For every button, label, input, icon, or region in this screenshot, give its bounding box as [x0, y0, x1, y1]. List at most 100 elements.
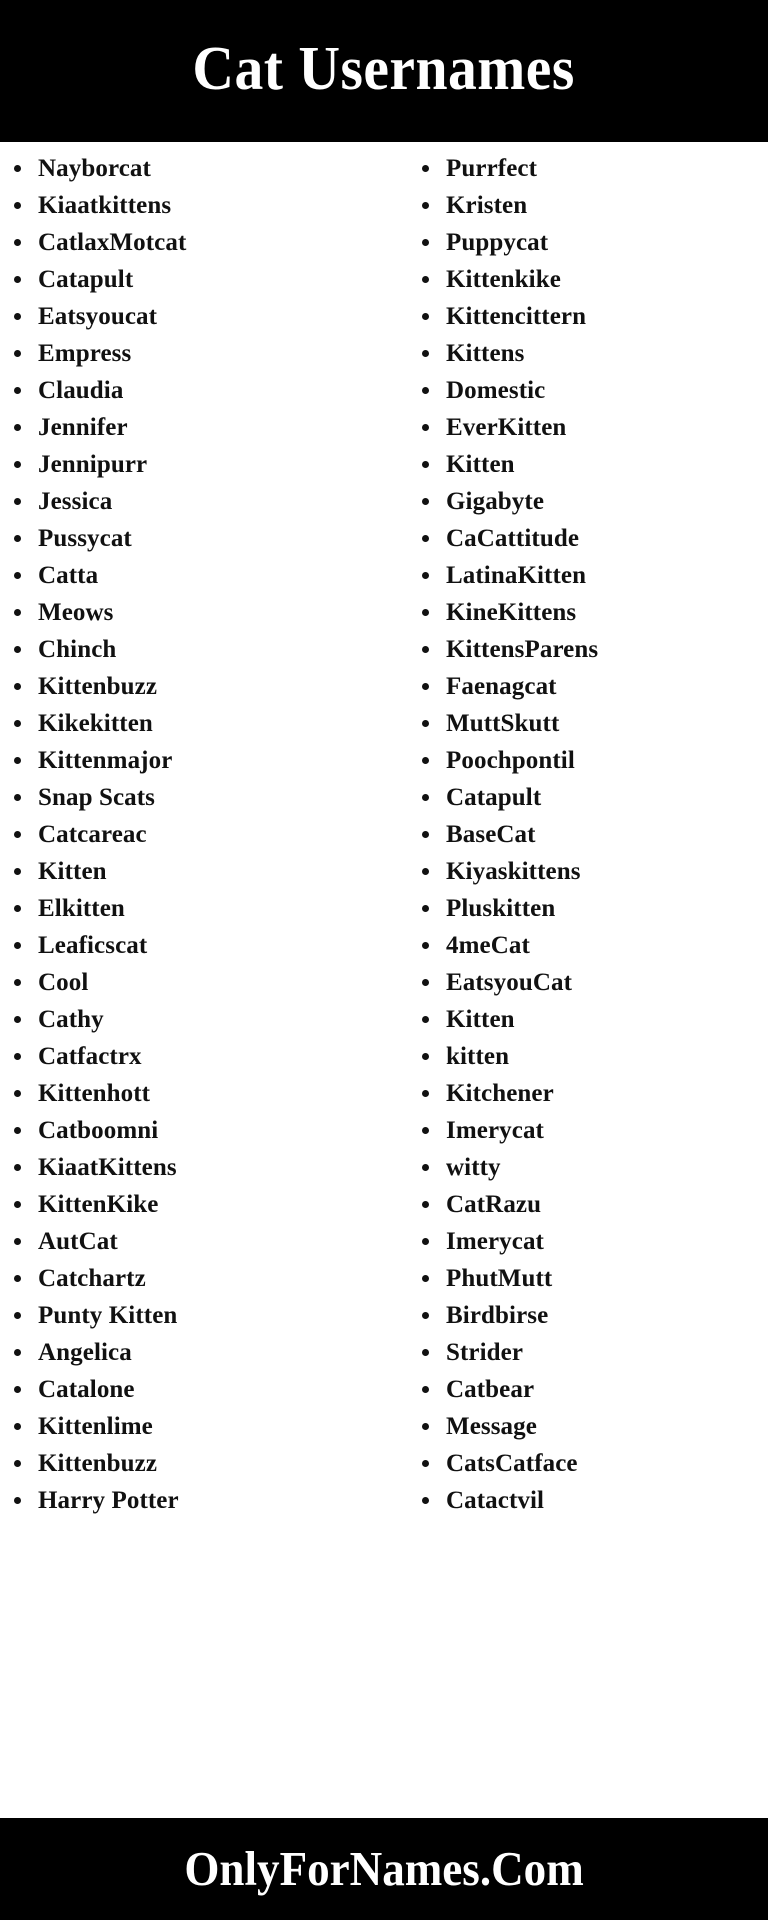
list-item-label: KittensParens [446, 636, 599, 663]
list-item-label: witty [446, 1154, 501, 1181]
list-item-label: MuttSkutt [446, 710, 560, 737]
list-item-label: Catapult [38, 266, 134, 293]
list-item-label: Kikekitten [38, 710, 153, 737]
list-item: Eatsyoucat [6, 298, 366, 335]
list-item: Cathy [6, 1001, 366, 1038]
list-item: Message [414, 1408, 768, 1445]
list-item-label: Elkitten [38, 895, 125, 922]
list-item-label: CatlaxMotcat [38, 229, 187, 256]
bullet-icon [14, 794, 21, 801]
list-item-label: Catactvil [446, 1487, 545, 1514]
bullet-icon [422, 1460, 429, 1467]
list-item-label: Purrfect [446, 155, 538, 182]
bullet-icon [422, 794, 429, 801]
bullet-icon [14, 1090, 21, 1097]
list-item: Birdbirse [414, 1297, 768, 1334]
list-item: Claudia [6, 372, 366, 409]
list-item-label: Kittencittern [446, 303, 587, 330]
page-title: Cat Usernames [192, 35, 576, 103]
bullet-icon [422, 165, 429, 172]
list-item: Imerycat [414, 1112, 768, 1149]
bullet-icon [422, 1423, 429, 1430]
bullet-icon [422, 683, 429, 690]
bullet-icon [422, 1386, 429, 1393]
list-item-label: Gigabyte [446, 488, 545, 515]
bullet-icon [14, 1238, 21, 1245]
list-item: Gigabyte [414, 483, 768, 520]
list-item-label: Faenagcat [446, 673, 557, 700]
list-item-label: Cool [38, 969, 89, 996]
bullet-icon [422, 572, 429, 579]
bullet-icon [14, 1016, 21, 1023]
list-item: LatinaKitten [414, 557, 768, 594]
list-item-label: Snap Scats [38, 784, 156, 811]
bullet-icon [422, 239, 429, 246]
list-item-label: Kittenhott [38, 1080, 151, 1107]
list-item: Catta [6, 557, 366, 594]
bullet-icon [14, 942, 21, 949]
list-item: Snap Scats [6, 779, 366, 816]
list-item: AutCat [6, 1223, 366, 1260]
list-item: Kittencittern [414, 298, 768, 335]
list-item: KineKittens [414, 594, 768, 631]
list-item-label: Kittenlime [38, 1413, 153, 1440]
list-item-label: Kiyaskittens [446, 858, 581, 885]
names-column-right: Purrfect Kristen Puppycat Kittenkike Kittenc… [366, 150, 768, 1519]
list-item-label: Kittenbuzz [38, 673, 158, 700]
bullet-icon [422, 461, 429, 468]
bullet-icon [422, 1275, 429, 1282]
list-item-label: Imerycat [446, 1117, 544, 1144]
bullet-icon [14, 350, 21, 357]
list-item: CatsCatface [414, 1445, 768, 1482]
bullet-icon [14, 1423, 21, 1430]
bullet-icon [14, 1349, 21, 1356]
list-item: Kittenlime [6, 1408, 366, 1445]
bullet-icon [14, 276, 21, 283]
list-item-label: Claudia [38, 377, 124, 404]
list-item: Pussycat [6, 520, 366, 557]
list-item: EverKitten [414, 409, 768, 446]
bullet-icon [14, 313, 21, 320]
bullet-icon [14, 1053, 21, 1060]
list-item-label: Puppycat [446, 229, 549, 256]
bullet-icon [14, 646, 21, 653]
list-item: CatlaxMotcat [6, 224, 366, 261]
list-item: KiaatKittens [6, 1149, 366, 1186]
list-item-label: Kittenkike [446, 266, 561, 293]
bullet-icon [14, 498, 21, 505]
list-item: Leaficscat [6, 927, 366, 964]
bullet-icon [14, 387, 21, 394]
list-item: kitten [414, 1038, 768, 1075]
list-item-label: Jessica [38, 488, 113, 515]
name-list-left: Nayborcat Kiaatkittens CatlaxMotcat Catapul… [6, 150, 366, 1519]
list-item: Kittenhott [6, 1075, 366, 1112]
list-item: Angelica [6, 1334, 366, 1371]
list-item: EatsyouCat [414, 964, 768, 1001]
list-item: Pluskitten [414, 890, 768, 927]
bullet-icon [422, 313, 429, 320]
list-item: PhutMutt [414, 1260, 768, 1297]
list-item-label: CaCattitude [446, 525, 580, 552]
bullet-icon [422, 979, 429, 986]
list-item: Meows [6, 594, 366, 631]
list-item: Cool [6, 964, 366, 1001]
bullet-icon [14, 239, 21, 246]
bullet-icon [14, 1386, 21, 1393]
bullet-icon [422, 387, 429, 394]
list-item: Jessica [6, 483, 366, 520]
site-name: OnlyForNames.Com [184, 1840, 584, 1896]
bullet-icon [14, 535, 21, 542]
list-item-label: Harry Potter [38, 1487, 179, 1514]
page-header: Cat Usernames [0, 0, 768, 142]
list-item-label: 4meCat [446, 932, 530, 959]
list-item: Catactvil [414, 1482, 768, 1519]
bullet-icon [422, 1090, 429, 1097]
bullet-icon [14, 202, 21, 209]
list-item-label: kitten [446, 1043, 510, 1070]
bullet-icon [14, 683, 21, 690]
list-item: Faenagcat [414, 668, 768, 705]
list-item-label: LatinaKitten [446, 562, 587, 589]
list-item-label: Catbear [446, 1376, 535, 1403]
list-item-label: Message [446, 1413, 537, 1440]
bullet-icon [422, 498, 429, 505]
